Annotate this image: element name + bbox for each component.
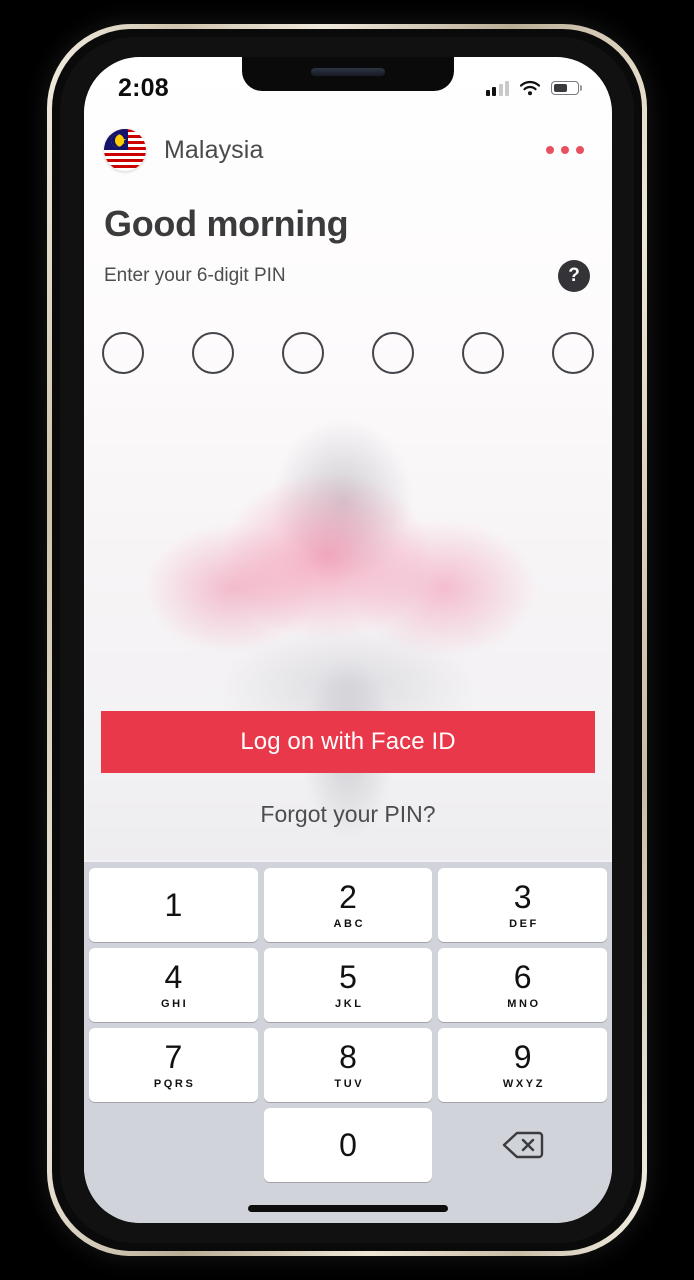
key-letters: WXYZ: [502, 1077, 546, 1090]
key-6[interactable]: 6 MNO: [438, 948, 608, 1022]
key-number: 5: [339, 958, 357, 995]
key-number: 2: [339, 878, 357, 915]
cta-section: Log on with Face ID Forgot your PIN?: [84, 711, 612, 862]
pin-dot: [462, 332, 504, 374]
key-number: 9: [513, 1038, 532, 1075]
page-title: Good morning: [104, 203, 349, 244]
home-indicator[interactable]: [248, 1205, 448, 1212]
app-root: 2:08 ★ Malaysia Good morning Enter your …: [84, 57, 612, 1223]
key-number: 1: [164, 887, 183, 923]
pin-dot: [192, 332, 234, 374]
key-7[interactable]: 7 PQRS: [89, 1028, 258, 1102]
pin-dot: [372, 332, 414, 374]
key-number: 8: [339, 1038, 357, 1075]
malaysia-flag-icon: ★: [104, 129, 146, 171]
key-4[interactable]: 4 GHI: [89, 948, 258, 1022]
key-5[interactable]: 5 JKL: [263, 948, 433, 1022]
key-letters: MNO: [507, 997, 541, 1010]
key-9[interactable]: 9 WXYZ: [438, 1028, 608, 1102]
numeric-keypad: 1 2 ABC 3 DEF 4 GHI 5 JKL 6 MNO 7 PQRS 8…: [84, 862, 612, 1223]
keypad-row: 1 2 ABC 3 DEF: [89, 868, 608, 942]
pin-dot: [282, 332, 324, 374]
key-letters: PQRS: [153, 1077, 196, 1090]
key-0[interactable]: 0: [263, 1108, 433, 1182]
key-number: 6: [513, 958, 532, 995]
country-label: Malaysia: [164, 135, 264, 164]
phone-screen: 2:08 ★ Malaysia Good morning Enter your …: [84, 57, 612, 1223]
subtitle-row: Enter your 6-digit PIN ?: [104, 260, 592, 292]
key-number: 4: [164, 958, 183, 995]
forgot-pin-link[interactable]: Forgot your PIN?: [101, 801, 595, 828]
pin-dot: [102, 332, 144, 374]
app-header: ★ Malaysia: [84, 115, 612, 185]
key-3[interactable]: 3 DEF: [438, 868, 608, 942]
cellular-signal-icon: [485, 80, 509, 96]
keypad-row: 7 PQRS 8 TUV 9 WXYZ: [89, 1028, 608, 1102]
battery-icon: [551, 81, 582, 95]
keypad-row: 0: [89, 1108, 607, 1182]
status-clock: 2:08: [118, 73, 169, 102]
status-icons: [485, 80, 582, 97]
pin-dots-row[interactable]: [84, 332, 612, 374]
greeting-section: Good morning Enter your 6-digit PIN ?: [84, 185, 612, 292]
key-number: 3: [513, 878, 532, 915]
key-number: 7: [164, 1038, 183, 1075]
pin-instruction-label: Enter your 6-digit PIN: [104, 265, 286, 286]
backspace-delete-icon[interactable]: [438, 1108, 607, 1182]
key-letters: DEF: [509, 917, 539, 930]
key-8[interactable]: 8 TUV: [263, 1028, 433, 1102]
key-letters: GHI: [160, 997, 189, 1010]
notch: [242, 57, 454, 91]
speaker-grille-icon: [311, 68, 385, 76]
screenshot-stage: 2:08 ★ Malaysia Good morning Enter your …: [0, 0, 694, 1280]
pin-dot: [552, 332, 594, 374]
key-letters: TUV: [334, 1077, 365, 1090]
help-question-icon[interactable]: ?: [558, 260, 590, 292]
ellipsis-menu-icon[interactable]: [544, 138, 586, 162]
key-letters: ABC: [333, 917, 366, 930]
key-blank: [89, 1108, 258, 1182]
key-2[interactable]: 2 ABC: [263, 868, 433, 942]
key-1[interactable]: 1: [89, 868, 258, 942]
key-letters: JKL: [335, 997, 364, 1010]
keypad-row: 4 GHI 5 JKL 6 MNO: [89, 948, 608, 1022]
log-on-face-id-button[interactable]: Log on with Face ID: [101, 711, 595, 773]
key-number: 0: [339, 1127, 357, 1163]
home-indicator-area: [89, 1188, 607, 1223]
wifi-icon: [519, 80, 541, 95]
